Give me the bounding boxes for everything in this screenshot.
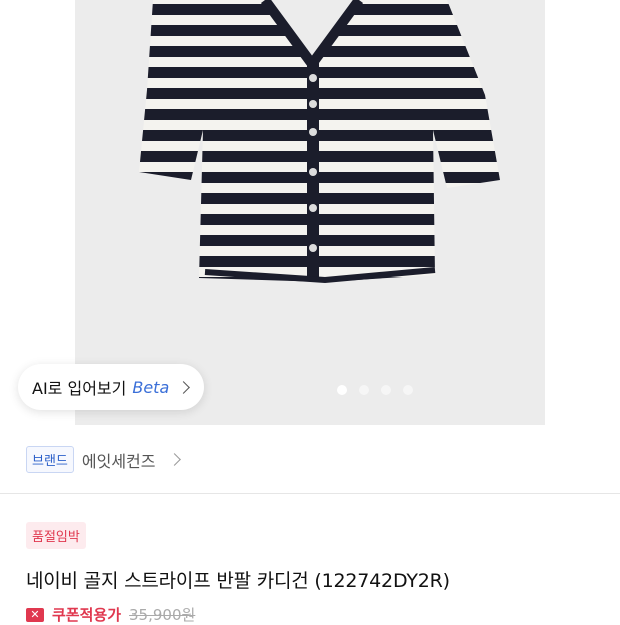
- carousel-dots: [337, 385, 413, 395]
- product-title: 네이비 골지 스트라이프 반팔 카디건 (122742DY2R): [26, 570, 450, 592]
- original-price: 35,900원: [129, 606, 196, 624]
- carousel-dot[interactable]: [359, 385, 369, 395]
- carousel-dot[interactable]: [381, 385, 391, 395]
- beta-label: Beta: [132, 377, 170, 397]
- price-row: ✕ 쿠폰적용가 35,900원: [26, 604, 195, 625]
- chevron-right-icon: [177, 380, 191, 394]
- brand-link[interactable]: 브랜드 에잇세컨즈: [26, 446, 181, 473]
- coupon-price-label: 쿠폰적용가: [52, 606, 122, 624]
- brand-name: 에잇세컨즈: [81, 451, 156, 471]
- carousel-dot[interactable]: [403, 385, 413, 395]
- status-badge: 품절임박: [26, 522, 86, 549]
- chevron-right-icon: [167, 453, 181, 466]
- coupon-icon: ✕: [26, 607, 44, 622]
- carousel-dot[interactable]: [337, 385, 347, 395]
- ai-tryon-button[interactable]: AI로 입어보기 Beta: [18, 364, 205, 410]
- product-image-gallery[interactable]: [75, 0, 545, 425]
- divider: [0, 493, 620, 494]
- ai-tryon-label: AI로 입어보기: [32, 379, 127, 398]
- product-image: [139, 0, 500, 284]
- brand-tag: 브랜드: [26, 446, 74, 473]
